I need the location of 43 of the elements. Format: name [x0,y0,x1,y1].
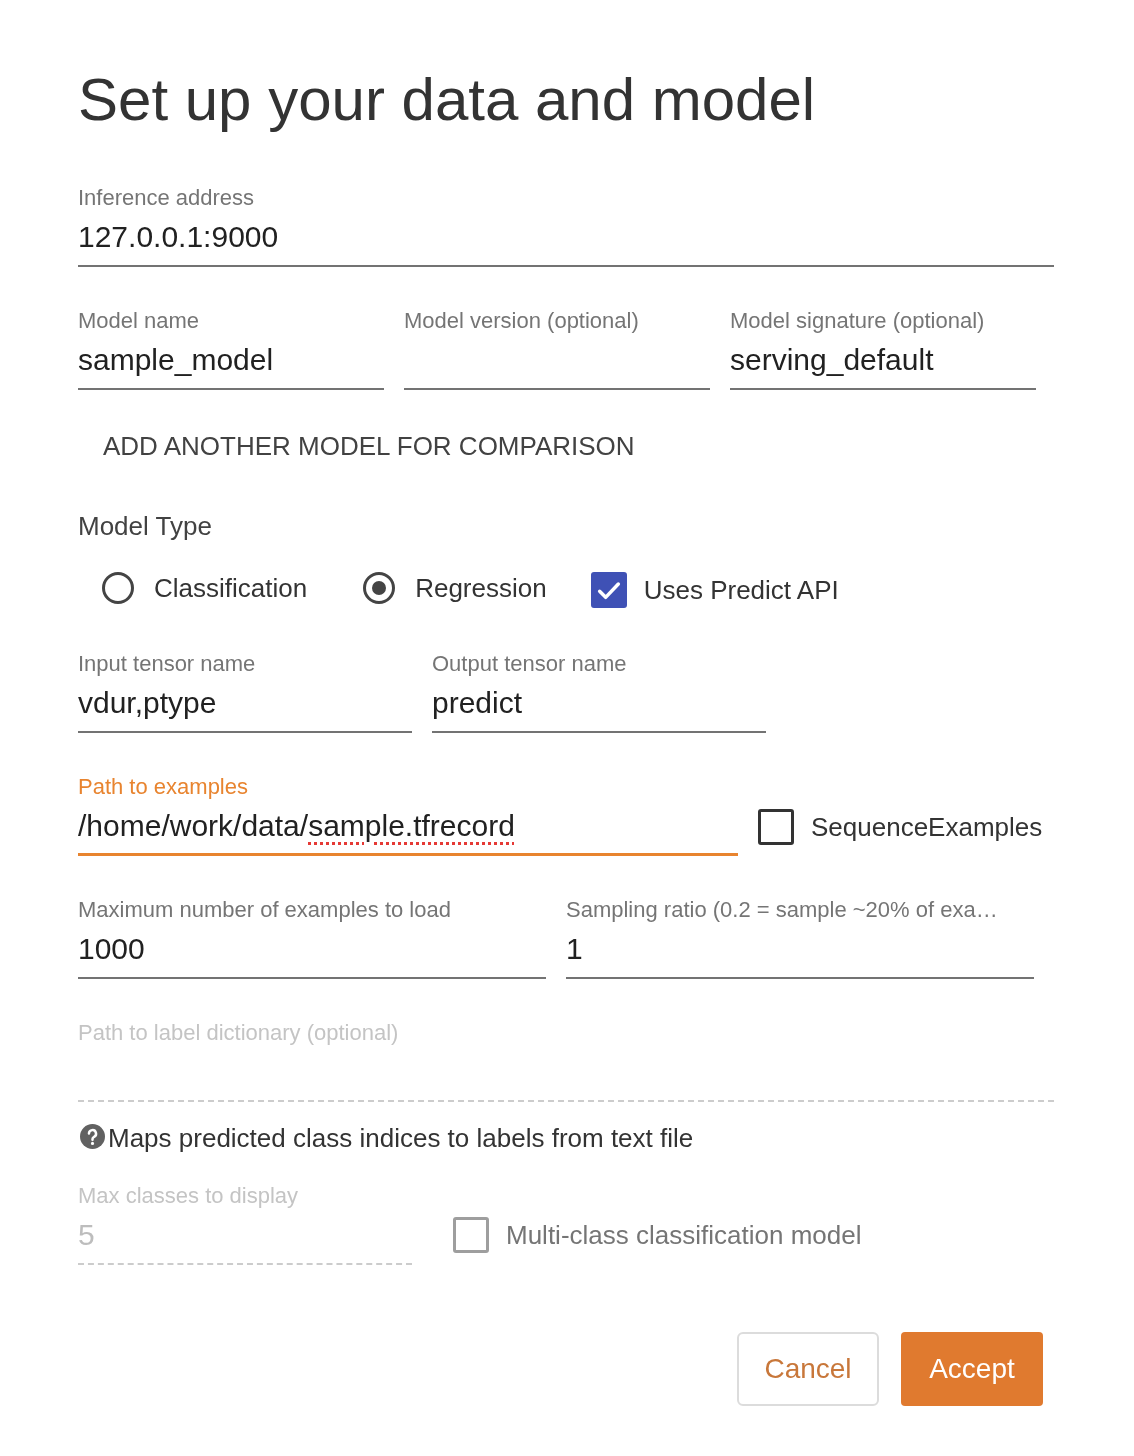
text-field[interactable]: Model name sample_model [78,307,384,390]
field-value: predict [432,685,523,721]
text-field[interactable]: Output tensor name predict [432,650,766,733]
field-label: Input tensor name [78,650,256,678]
field-value: 127.0.0.1:9000 [78,219,279,255]
field-label: Path to label dictionary (optional) [78,1019,399,1047]
help-icon [80,1124,105,1149]
radio-button[interactable] [363,572,396,604]
field-label: Inference address [78,184,255,212]
text-field[interactable]: Input tensor name vdur,ptype [78,650,412,733]
field-label: Maximum number of examples to load [78,896,451,924]
field-label: Model name [78,307,200,335]
checkbox[interactable] [590,572,627,608]
checkbox[interactable] [758,809,794,845]
add-model-button[interactable]: ADD ANOTHER MODEL FOR COMPARISON [78,422,660,470]
section-label: Model Type [78,510,212,542]
field-value: serving_default [730,342,934,378]
field-label: Model signature (optional) [730,307,985,335]
field-label: Output tensor name [432,650,627,678]
text-field[interactable]: Maximum number of examples to load 1000 [78,896,546,979]
radio-label[interactable]: Classification [154,572,308,604]
help-text: Maps predicted class indices to labels from text file [108,1122,694,1154]
radio-button[interactable] [102,572,134,604]
field-value: 5 [78,1217,95,1253]
field-value: sample_model [78,342,274,378]
field-value: 1 [566,931,583,967]
text-field[interactable]: Model version (optional) [404,307,710,390]
field-label: Path to examples [78,773,248,801]
radio-label[interactable]: Regression [415,572,547,604]
checkbox-label[interactable]: SequenceExamples [811,811,1043,843]
text-field[interactable]: Inference address 127.0.0.1:9000 [78,184,1054,267]
text-field[interactable]: Model signature (optional) serving_default [730,307,1036,390]
field-value: 1000 [78,931,145,967]
field-value: vdur,ptype [78,685,217,721]
field-label: Max classes to display [78,1182,299,1210]
text-field[interactable]: Sampling ratio (0.2 = sample ~20% of exa… 1 [566,896,1034,979]
check-icon [596,580,621,600]
text-field[interactable]: Path to examples /home/work/data/sample.tfrecord [78,773,738,856]
field-label: Sampling ratio (0.2 = sample ~20% of exa… [566,896,998,924]
field-label: Model version (optional) [404,307,639,335]
checkbox-label[interactable]: Uses Predict API [643,574,839,606]
field-value: /home/work/data/sample.tfrecord [78,808,515,844]
dialog-title: Set up your data and model [78,65,816,135]
